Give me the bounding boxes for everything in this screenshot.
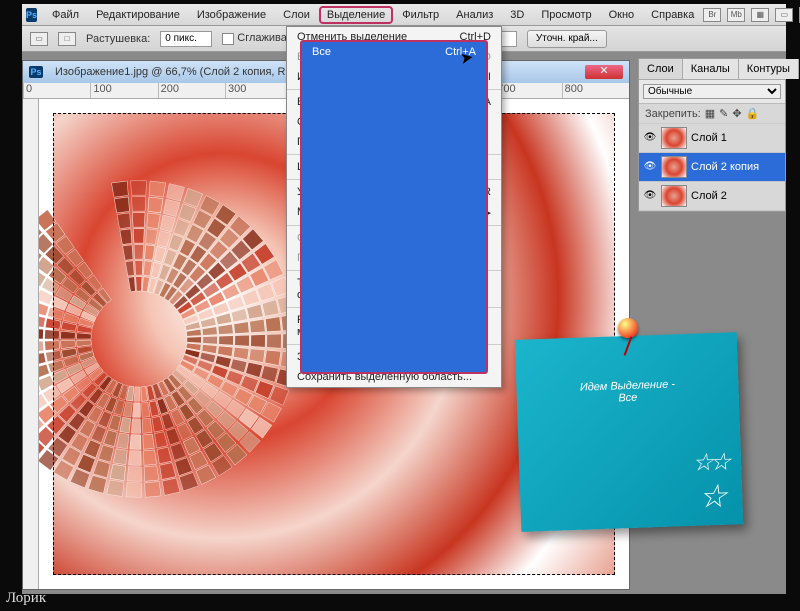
blend-mode-select[interactable]: Обычные xyxy=(643,84,781,99)
layer-row[interactable]: 👁 Слой 2 xyxy=(639,182,785,211)
lock-brush-icon[interactable]: ✎ xyxy=(719,107,728,120)
menu-item-все[interactable]: ВсеCtrl+A xyxy=(300,40,488,374)
star-icon: ☆☆☆ xyxy=(692,448,729,516)
layer-thumbnail[interactable] xyxy=(661,127,687,149)
pin-icon xyxy=(618,318,638,338)
ruler-mark: 200 xyxy=(158,83,225,98)
visibility-icon[interactable]: 👁 xyxy=(643,190,657,202)
annotation-note: Идем Выделение - Все ☆☆☆ xyxy=(518,318,740,528)
view-icon[interactable]: ▦ xyxy=(751,8,769,22)
tab-channels[interactable]: Каналы xyxy=(683,59,739,79)
minibridge-icon[interactable]: Mb xyxy=(727,8,745,22)
layer-name: Слой 1 xyxy=(691,132,727,144)
marquee-mode-icon[interactable]: □ xyxy=(58,32,76,46)
select-menu-dropdown: ВсеCtrl+AОтменить выделениеCtrl+DВыделит… xyxy=(286,26,502,388)
refine-edge-button[interactable]: Уточн. край... xyxy=(527,30,607,48)
ruler-mark: 0 xyxy=(23,83,90,98)
lock-move-icon[interactable]: ✥ xyxy=(732,107,741,120)
screen-icon[interactable]: ▭ xyxy=(775,8,793,22)
tab-paths[interactable]: Контуры xyxy=(739,59,799,79)
visibility-icon[interactable]: 👁 xyxy=(643,132,657,144)
ruler-mark: 100 xyxy=(90,83,157,98)
lock-row: Закрепить: ▦ ✎ ✥ 🔒 xyxy=(639,104,785,124)
menu-file[interactable]: Файл xyxy=(44,6,87,24)
menu-layer[interactable]: Слои xyxy=(275,6,318,24)
panel-tabs: Слои Каналы Контуры xyxy=(639,59,785,80)
antialias-checkbox[interactable] xyxy=(222,33,234,45)
layer-thumbnail[interactable] xyxy=(661,156,687,178)
layer-row[interactable]: 👁 Слой 2 копия xyxy=(639,153,785,182)
layer-name: Слой 2 копия xyxy=(691,161,759,173)
ruler-vertical[interactable] xyxy=(23,99,39,589)
layer-row[interactable]: 👁 Слой 1 xyxy=(639,124,785,153)
note-paper: Идем Выделение - Все ☆☆☆ xyxy=(515,332,744,532)
app-icon: Ps xyxy=(26,8,37,22)
layer-name: Слой 2 xyxy=(691,190,727,202)
menu-analysis[interactable]: Анализ xyxy=(448,6,501,24)
menu-edit[interactable]: Редактирование xyxy=(88,6,188,24)
bridge-icon[interactable]: Br xyxy=(703,8,721,22)
signature: Лорик xyxy=(6,590,46,607)
menu-select[interactable]: Выделение xyxy=(319,6,393,24)
menu-help[interactable]: Справка xyxy=(643,6,702,24)
layer-thumbnail[interactable] xyxy=(661,185,687,207)
lock-label: Закрепить: xyxy=(645,108,701,120)
menu-filter[interactable]: Фильтр xyxy=(394,6,447,24)
tab-layers[interactable]: Слои xyxy=(639,59,683,79)
menubar: Ps Файл Редактирование Изображение Слои … xyxy=(22,4,786,26)
doc-icon: Ps xyxy=(29,66,43,78)
ruler-mark: 700 xyxy=(494,83,561,98)
ruler-mark: 300 xyxy=(225,83,292,98)
document-title: Изображение1.jpg @ 66,7% (Слой 2 копия, … xyxy=(55,66,314,78)
menu-3d[interactable]: 3D xyxy=(502,6,532,24)
feather-label: Растушевка: xyxy=(86,33,150,45)
feather-input[interactable] xyxy=(160,31,212,47)
ruler-mark: 800 xyxy=(562,83,629,98)
lock-pixels-icon[interactable]: ▦ xyxy=(705,107,715,120)
menu-view[interactable]: Просмотр xyxy=(533,6,599,24)
lock-all-icon[interactable]: 🔒 xyxy=(746,107,760,120)
menu-image[interactable]: Изображение xyxy=(189,6,274,24)
tool-preset-icon[interactable]: ▭ xyxy=(30,32,48,46)
zoom-controls: Br Mb ▦ ▭ ▼ xyxy=(703,7,800,23)
menu-window[interactable]: Окно xyxy=(601,6,643,24)
visibility-icon[interactable]: 👁 xyxy=(643,161,657,173)
close-button[interactable]: ✕ xyxy=(585,65,623,79)
layers-panel: Слои Каналы Контуры Обычные Закрепить: ▦… xyxy=(638,58,786,212)
layer-list: 👁 Слой 1 👁 Слой 2 копия 👁 Слой 2 xyxy=(639,124,785,211)
